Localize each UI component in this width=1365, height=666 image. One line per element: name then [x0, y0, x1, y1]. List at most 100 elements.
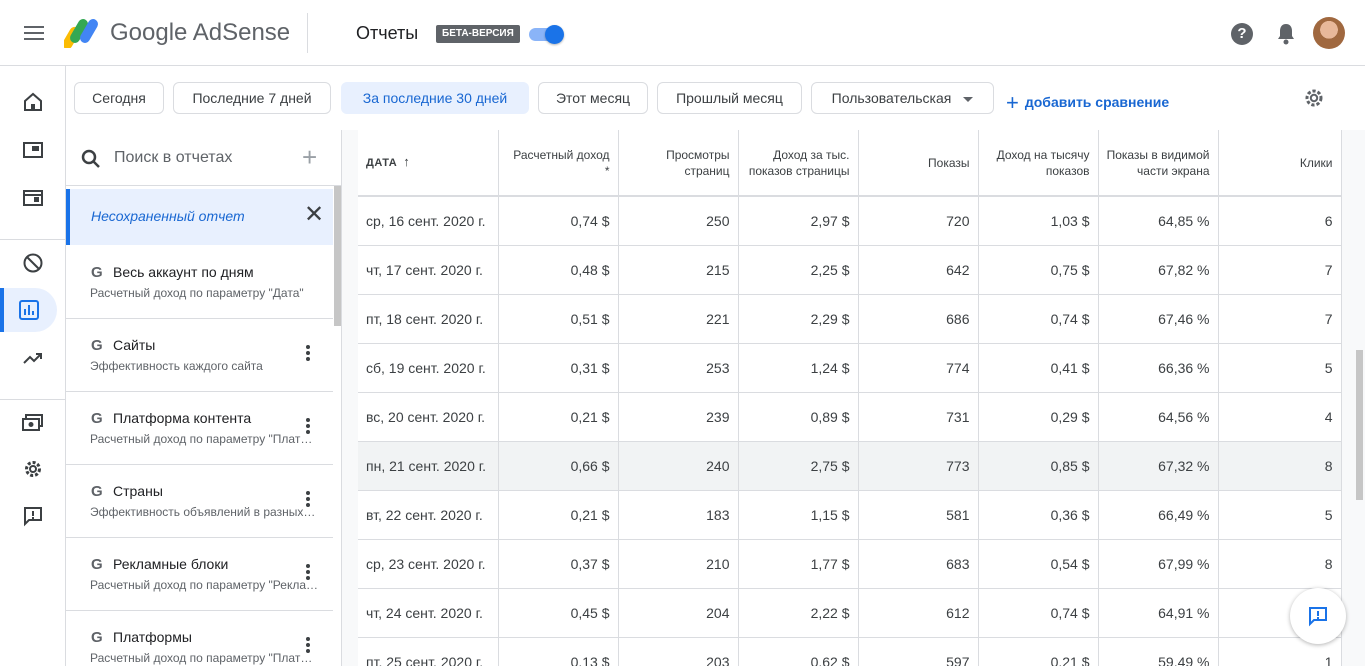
search-input[interactable] [114, 146, 304, 170]
scrollbar[interactable] [1356, 350, 1363, 500]
report-desc: Расчетный доход по параметру "Дата" [90, 286, 304, 300]
table-row[interactable]: пт, 25 сент. 2020 г. 0,13 $203 0,62 $597 0,… [358, 637, 1342, 666]
column-header[interactable]: Просмотры страниц [618, 130, 739, 197]
feedback-icon[interactable] [8, 494, 58, 538]
beta-toggle[interactable] [527, 24, 565, 44]
close-icon[interactable]: ✕ [304, 203, 324, 227]
feedback-button[interactable] [1290, 588, 1346, 644]
column-header[interactable]: Показы [858, 130, 979, 197]
more-vert-icon[interactable] [305, 564, 311, 582]
reports-icon[interactable] [0, 288, 57, 332]
table-cell: 2,75 $ [738, 441, 859, 491]
report-item[interactable]: G Рекламные блоки Расчетный доход по парам… [66, 538, 333, 611]
page-title: Отчеты [356, 23, 419, 43]
table-row[interactable]: пт, 18 сент. 2020 г. 0,51 $221 2,29 $686 0,… [358, 294, 1342, 344]
table-cell: пт, 25 сент. 2020 г. [358, 637, 499, 666]
date-range-bar: Сегодня Последние 7 дней За последние 30… [66, 66, 1365, 130]
chip-custom-label: Пользовательская [831, 90, 952, 106]
chip-last-month[interactable]: Прошлый месяц [657, 82, 802, 114]
table-row[interactable]: вс, 20 сент. 2020 г. 0,21 $239 0,89 $731 0,… [358, 392, 1342, 442]
report-desc: Расчетный доход по параметру "Платформа" [90, 651, 318, 665]
payments-icon[interactable] [8, 400, 58, 444]
chip-last-30[interactable]: За последние 30 дней [341, 82, 529, 114]
search-row: + [66, 130, 341, 186]
table-cell: 0,48 $ [498, 245, 619, 295]
column-header-label: Показы [928, 155, 970, 170]
google-g-icon: G [91, 264, 103, 281]
table-row[interactable]: пн, 21 сент. 2020 г. 0,66 $240 2,75 $773 0,… [358, 441, 1342, 491]
table-row[interactable]: сб, 19 сент. 2020 г. 0,31 $253 1,24 $774 0,… [358, 343, 1342, 393]
table-row[interactable]: вт, 22 сент. 2020 г. 0,21 $183 1,15 $581 0,… [358, 490, 1342, 540]
table-cell: ср, 23 сент. 2020 г. [358, 539, 499, 589]
gear-icon[interactable] [8, 447, 58, 491]
report-item[interactable]: G Сайты Эффективность каждого сайта [66, 319, 333, 392]
table-cell: 0,21 $ [498, 490, 619, 540]
report-name: Рекламные блоки [113, 556, 229, 572]
avatar[interactable] [1313, 17, 1345, 49]
table-cell: 64,91 % [1098, 588, 1219, 638]
table-cell: 66,36 % [1098, 343, 1219, 393]
table-settings-gear-icon[interactable] [1302, 86, 1326, 110]
column-header[interactable]: Клики [1218, 130, 1342, 197]
chip-last-7[interactable]: Последние 7 дней [173, 82, 331, 114]
report-item[interactable]: G Страны Эффективность объявлений в разных… [66, 465, 333, 538]
nav-rail [0, 66, 66, 666]
menu-icon[interactable] [22, 22, 46, 44]
google-g-icon: G [91, 337, 103, 354]
column-header[interactable]: Показы в видимой части экрана [1098, 130, 1219, 197]
report-desc: Расчетный доход по параметру "Платформа … [90, 432, 318, 446]
add-comparison-button[interactable]: + добавить сравнение [1006, 90, 1169, 116]
report-item[interactable]: G Платформы Расчетный доход по параметру "… [66, 611, 333, 666]
bell-icon[interactable] [1275, 22, 1297, 46]
report-item[interactable]: G Платформа контента Расчетный доход по па… [66, 392, 333, 465]
table-cell: вт, 22 сент. 2020 г. [358, 490, 499, 540]
table-cell: 773 [858, 441, 979, 491]
table-cell: 67,99 % [1098, 539, 1219, 589]
chevron-down-icon [963, 96, 974, 102]
more-vert-icon[interactable] [305, 637, 311, 655]
table-row[interactable]: ср, 16 сент. 2020 г. 0,74 $250 2,97 $720 1,… [358, 196, 1342, 246]
table-cell: 204 [618, 588, 739, 638]
ads-icon[interactable] [8, 128, 58, 172]
help-icon[interactable]: ? [1231, 23, 1253, 45]
column-header[interactable]: ДАТА ↑ [358, 130, 499, 197]
chip-custom[interactable]: Пользовательская [811, 82, 994, 114]
sites-icon[interactable] [8, 176, 58, 220]
scrollbar[interactable] [334, 186, 341, 326]
table-cell: 612 [858, 588, 979, 638]
google-g-icon: G [91, 410, 103, 427]
table-row[interactable]: чт, 17 сент. 2020 г. 0,48 $215 2,25 $642 0,… [358, 245, 1342, 295]
column-header[interactable]: Доход за тыс. показов страницы [738, 130, 859, 197]
report-name: Сайты [113, 337, 156, 353]
table-cell: 8 [1218, 539, 1342, 589]
table-row[interactable]: ср, 23 сент. 2020 г. 0,37 $210 1,77 $683 0,… [358, 539, 1342, 589]
block-icon[interactable] [8, 241, 58, 285]
table-cell: 250 [618, 196, 739, 246]
report-item[interactable]: G Весь аккаунт по дням Расчетный доход по … [66, 246, 333, 319]
column-header-label: Расчетный доход * [513, 147, 610, 178]
table-cell: 683 [858, 539, 979, 589]
table-cell: 0,54 $ [978, 539, 1099, 589]
chip-this-month[interactable]: Этот месяц [538, 82, 648, 114]
table-cell: вс, 20 сент. 2020 г. [358, 392, 499, 442]
more-vert-icon[interactable] [305, 418, 311, 436]
table-cell: 0,29 $ [978, 392, 1099, 442]
adsense-logo [64, 19, 98, 48]
table-row[interactable]: чт, 24 сент. 2020 г. 0,45 $204 2,22 $612 0,… [358, 588, 1342, 638]
report-name: Платформы [113, 629, 192, 645]
table-cell: 597 [858, 637, 979, 666]
home-icon[interactable] [8, 80, 58, 124]
add-report-button[interactable]: + [302, 142, 317, 172]
report-desc: Эффективность объявлений в разных страна… [90, 505, 318, 519]
trend-icon[interactable] [8, 336, 58, 380]
chip-today[interactable]: Сегодня [74, 82, 164, 114]
column-header[interactable]: Расчетный доход * [498, 130, 619, 197]
column-header[interactable]: Доход на тысячу показов [978, 130, 1099, 197]
more-vert-icon[interactable] [305, 345, 311, 363]
more-vert-icon[interactable] [305, 491, 311, 509]
divider [307, 13, 308, 53]
column-header-label: Клики [1299, 155, 1333, 170]
table-cell: 0,75 $ [978, 245, 1099, 295]
table-cell: пт, 18 сент. 2020 г. [358, 294, 499, 344]
unsaved-report-item[interactable]: Несохраненный отчет ✕ [66, 189, 333, 245]
